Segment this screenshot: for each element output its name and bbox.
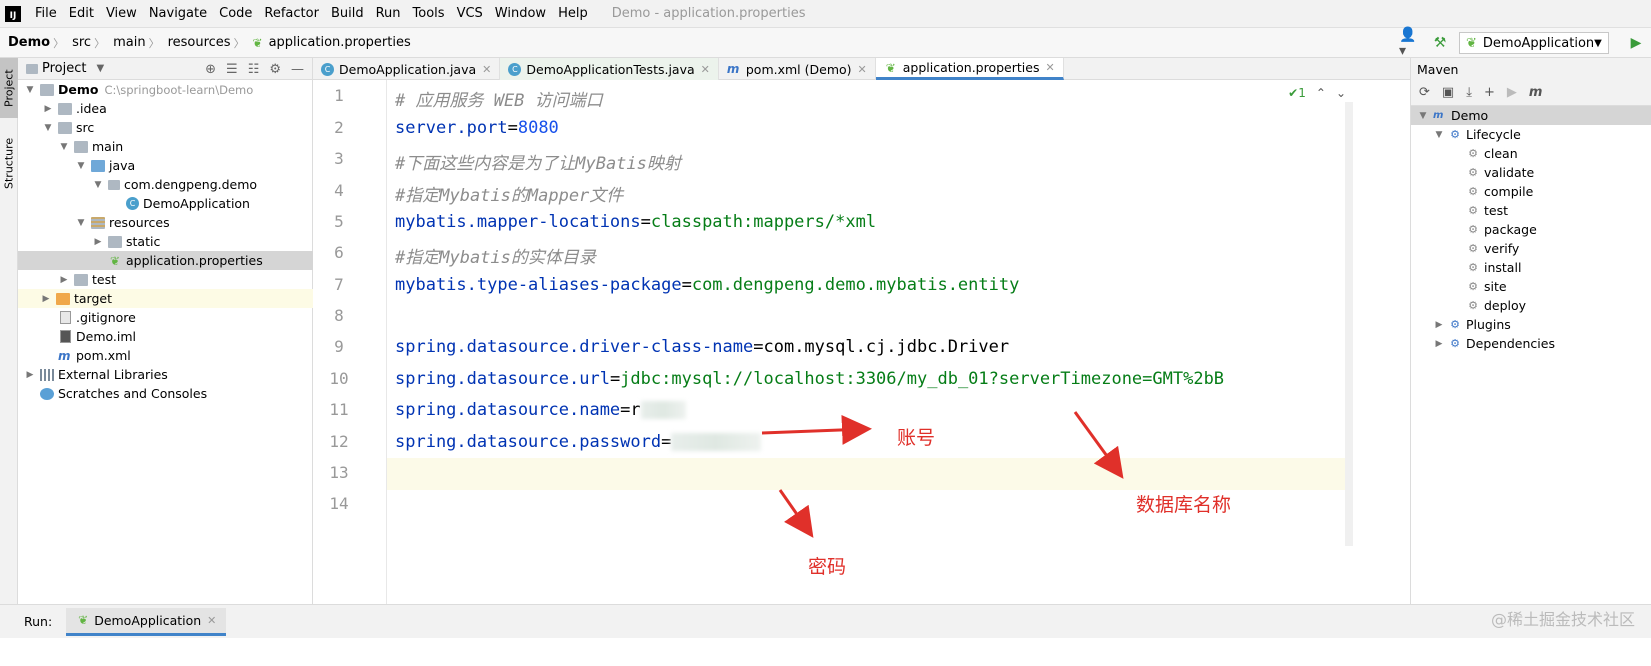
maven-project-label: Demo xyxy=(1451,108,1489,123)
add-folder-icon[interactable]: ▣ xyxy=(1442,85,1454,100)
arrow-database-name xyxy=(1073,411,1124,479)
lifecycle-icon: ⚙ xyxy=(1450,128,1460,141)
maven-goal-clean[interactable]: ⚙ clean xyxy=(1411,144,1651,163)
watermark: @稀土掘金技术社区 xyxy=(1490,610,1635,629)
maven-goal-label: test xyxy=(1484,203,1509,218)
gear-icon: ⚙ xyxy=(1468,147,1478,160)
spring-leaf-icon: ❦ xyxy=(78,613,89,627)
dependencies-icon: ⚙ xyxy=(1450,337,1460,350)
maven-goal-validate[interactable]: ⚙ validate xyxy=(1411,163,1651,182)
maven-plugins-label: Plugins xyxy=(1466,317,1511,332)
maven-dependencies[interactable]: ▶ ⚙ Dependencies xyxy=(1411,334,1651,353)
maven-goal-deploy[interactable]: ⚙ deploy xyxy=(1411,296,1651,315)
maven-project-demo[interactable]: ▼ m Demo xyxy=(1411,106,1651,125)
maven-lifecycle-label: Lifecycle xyxy=(1466,127,1521,142)
run-play-icon[interactable]: ▶ xyxy=(1507,85,1517,100)
gear-icon: ⚙ xyxy=(1468,280,1478,293)
chevron-right-icon: ▶ xyxy=(1435,338,1443,349)
maven-goal-label: package xyxy=(1484,222,1537,237)
maven-panel: Maven ⟳ ▣ ⤓ + ▶ m ▼ m Demo ▼ ⚙ Lifecycle… xyxy=(1410,58,1651,638)
maven-goal-label: install xyxy=(1484,260,1522,275)
maven-toolbar: ⟳ ▣ ⤓ + ▶ m xyxy=(1411,80,1651,106)
plus-icon[interactable]: + xyxy=(1484,85,1495,100)
maven-panel-header: Maven xyxy=(1411,58,1651,80)
annotation-account: 账号 xyxy=(897,427,936,449)
maven-goal-install[interactable]: ⚙ install xyxy=(1411,258,1651,277)
bottom-strip xyxy=(0,638,1651,666)
gear-icon: ⚙ xyxy=(1468,261,1478,274)
arrow-password xyxy=(778,489,814,538)
chevron-down-icon: ▼ xyxy=(1435,129,1443,140)
maven-goal-label: verify xyxy=(1484,241,1520,256)
maven-goal-label: deploy xyxy=(1484,298,1527,313)
gear-icon: ⚙ xyxy=(1468,299,1478,312)
maven-panel-title: Maven xyxy=(1417,61,1459,77)
maven-goal-site[interactable]: ⚙ site xyxy=(1411,277,1651,296)
gear-icon: ⚙ xyxy=(1468,242,1478,255)
close-icon[interactable]: ✕ xyxy=(207,614,216,627)
gear-icon: ⚙ xyxy=(1468,166,1478,179)
run-tool-window-bar: Run: ❦ DemoApplication ✕ xyxy=(0,604,1651,638)
maven-lifecycle[interactable]: ▼ ⚙ Lifecycle xyxy=(1411,125,1651,144)
maven-goal-label: compile xyxy=(1484,184,1534,199)
run-label: Run: xyxy=(24,614,53,629)
gear-icon: ⚙ xyxy=(1468,223,1478,236)
annotation-password: 密码 xyxy=(808,556,847,578)
chevron-right-icon: ▶ xyxy=(1435,319,1443,330)
maven-dependencies-label: Dependencies xyxy=(1466,336,1555,351)
maven-plugins[interactable]: ▶ ⚙ Plugins xyxy=(1411,315,1651,334)
run-tab-label: DemoApplication xyxy=(94,612,202,628)
download-icon[interactable]: ⤓ xyxy=(1466,85,1472,100)
arrow-account xyxy=(761,414,872,445)
plugins-icon: ⚙ xyxy=(1450,318,1460,331)
maven-project-icon: m xyxy=(1433,110,1444,121)
maven-icon[interactable]: m xyxy=(1529,85,1543,100)
run-tab-demo-application[interactable]: ❦ DemoApplication ✕ xyxy=(66,607,227,636)
gear-icon: ⚙ xyxy=(1468,204,1478,217)
maven-goal-package[interactable]: ⚙ package xyxy=(1411,220,1651,239)
reload-icon[interactable]: ⟳ xyxy=(1419,85,1430,100)
maven-goal-label: clean xyxy=(1484,146,1518,161)
maven-goal-test[interactable]: ⚙ test xyxy=(1411,201,1651,220)
gear-icon: ⚙ xyxy=(1468,185,1478,198)
maven-goal-compile[interactable]: ⚙ compile xyxy=(1411,182,1651,201)
chevron-down-icon: ▼ xyxy=(1419,110,1427,121)
maven-goal-verify[interactable]: ⚙ verify xyxy=(1411,239,1651,258)
maven-goal-label: site xyxy=(1484,279,1507,294)
maven-goal-label: validate xyxy=(1484,165,1535,180)
annotation-database-name: 数据库名称 xyxy=(1136,494,1232,516)
